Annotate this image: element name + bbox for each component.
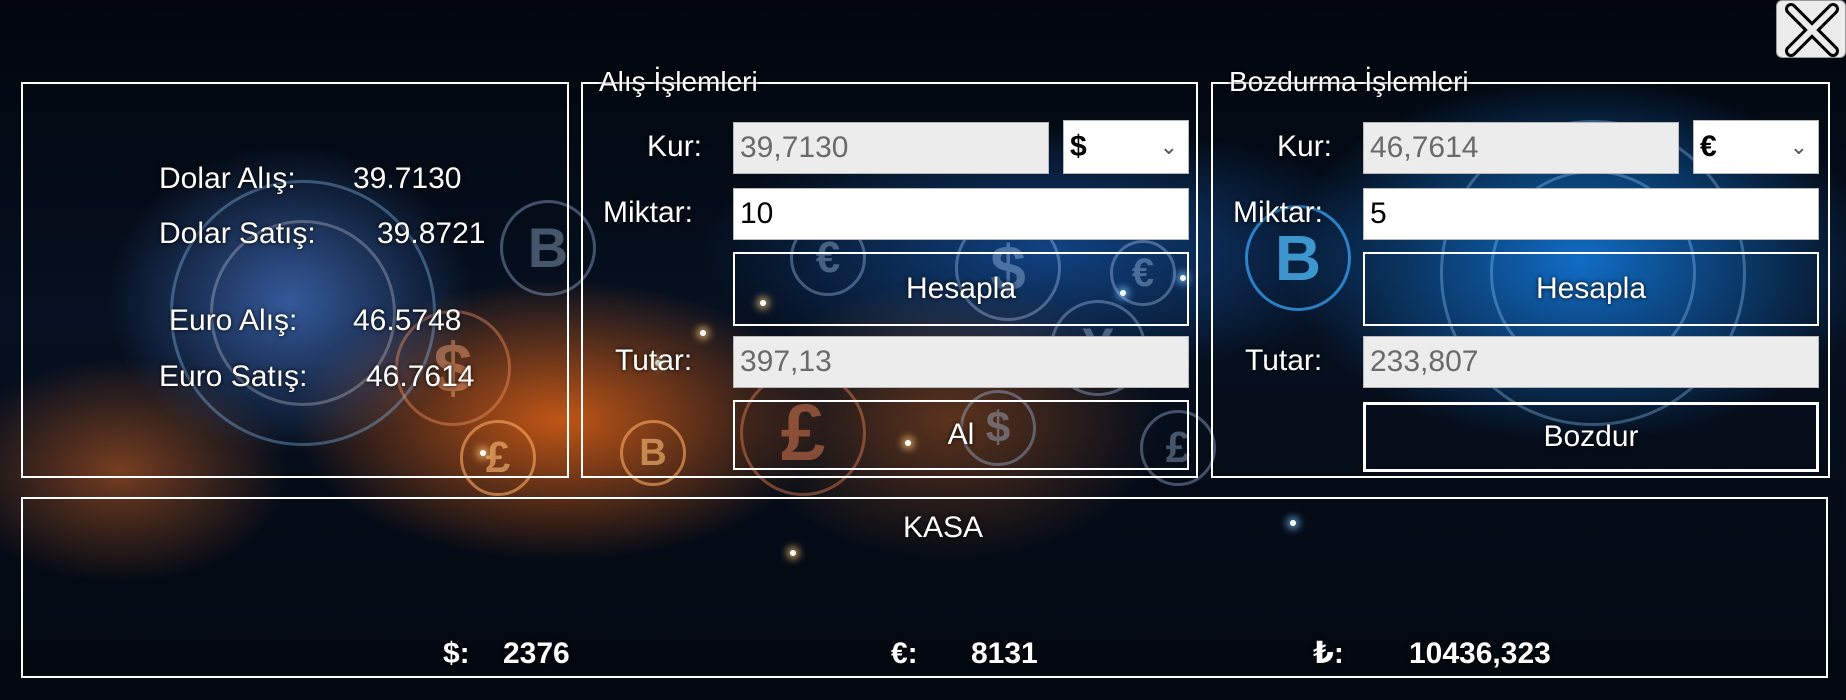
buy-kur-label: Kur: [647, 130, 703, 163]
kasa-try-label: ₺: [1313, 637, 1344, 670]
sell-group: Bozdurma İşlemleri Kur: 46,7614 € ⌄ Mikt… [1211, 68, 1830, 478]
chevron-down-icon: ⌄ [1789, 134, 1808, 159]
euro-alis-label: Euro Alış: [169, 304, 298, 337]
kasa-try-value: 10436,323 [1409, 637, 1551, 670]
euro-satis-value: 46.7614 [366, 360, 475, 393]
buy-miktar-label: Miktar: [603, 196, 693, 229]
close-icon [1785, 3, 1839, 57]
sell-tutar-field[interactable]: 233,807 [1363, 336, 1819, 388]
kasa-group: KASA $: 2376 €: 8131 ₺: 10436,323 [21, 497, 1828, 678]
dolar-alis-label: Dolar Alış: [159, 162, 296, 195]
buy-group: Alış İşlemleri Kur: 39,7130 $ ⌄ Miktar: … [581, 68, 1198, 478]
buy-group-title: Alış İşlemleri [599, 66, 758, 97]
buy-miktar-field[interactable]: 10 [733, 188, 1189, 240]
kasa-usd-label: $: [443, 637, 470, 670]
sell-currency-select[interactable]: € ⌄ [1693, 120, 1819, 174]
chevron-down-icon: ⌄ [1159, 134, 1178, 159]
rates-group: Dolar Alış: 39.7130 Dolar Satış: 39.8721… [21, 82, 569, 478]
sell-currency-value: € [1700, 130, 1717, 163]
sell-kur-label: Kur: [1277, 130, 1333, 163]
buy-tutar-label: Tutar: [615, 344, 693, 377]
buy-currency-value: $ [1070, 130, 1087, 163]
kasa-eur-value: 8131 [971, 637, 1038, 670]
sell-group-title: Bozdurma İşlemleri [1229, 66, 1469, 97]
sell-button[interactable]: Bozdur [1363, 402, 1819, 472]
close-button[interactable] [1776, 0, 1846, 58]
sell-miktar-field[interactable]: 5 [1363, 188, 1819, 240]
dolar-satis-label: Dolar Satış: [159, 217, 316, 250]
euro-alis-value: 46.5748 [353, 304, 462, 337]
buy-tutar-field[interactable]: 397,13 [733, 336, 1189, 388]
sell-calculate-button[interactable]: Hesapla [1363, 252, 1819, 326]
kasa-usd-value: 2376 [503, 637, 570, 670]
sell-kur-field[interactable]: 46,7614 [1363, 122, 1679, 174]
buy-calculate-button[interactable]: Hesapla [733, 252, 1189, 326]
kasa-eur-label: €: [891, 637, 918, 670]
kasa-title: KASA [903, 511, 984, 544]
buy-currency-select[interactable]: $ ⌄ [1063, 120, 1189, 174]
dolar-satis-value: 39.8721 [377, 217, 486, 250]
buy-button[interactable]: Al [733, 400, 1189, 470]
buy-kur-field[interactable]: 39,7130 [733, 122, 1049, 174]
dolar-alis-value: 39.7130 [353, 162, 462, 195]
euro-satis-label: Euro Satış: [159, 360, 308, 393]
rates-legend [35, 68, 63, 72]
sell-miktar-label: Miktar: [1233, 196, 1323, 229]
sell-tutar-label: Tutar: [1245, 344, 1323, 377]
